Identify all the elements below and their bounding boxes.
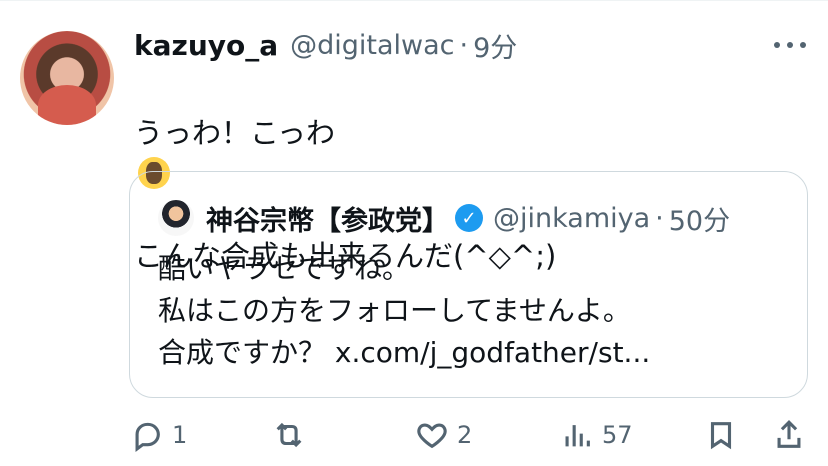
quoted-avatar[interactable] xyxy=(158,200,194,236)
top-divider xyxy=(0,0,828,1)
quoted-header: 神谷宗幣【参政党】 ✓ @jinkamiya · 50分 xyxy=(206,199,730,237)
more-dot-3 xyxy=(800,42,806,48)
retweet-button[interactable] xyxy=(272,416,306,454)
post-actions: 1 2 57 xyxy=(130,416,810,454)
author-name[interactable]: kazuyo_a xyxy=(134,29,278,62)
like-count: 2 xyxy=(457,421,473,449)
retweet-icon xyxy=(276,422,302,448)
reply-icon xyxy=(135,422,160,452)
views-button[interactable]: 57 xyxy=(560,416,633,454)
more-dot-1 xyxy=(774,42,780,48)
more-dot-2 xyxy=(787,42,793,48)
views-count: 57 xyxy=(602,421,633,449)
share-icon xyxy=(777,420,801,448)
quoted-author-name[interactable]: 神谷宗幣【参政党】 xyxy=(206,199,449,238)
verified-icon: ✓ xyxy=(455,204,483,232)
bookmark-icon xyxy=(710,422,732,450)
quoted-author-handle[interactable]: @jinkamiya xyxy=(493,203,650,234)
quoted-text[interactable]: 酷いヤラセですね。 私はこの方をフォローしてませんよ。 合成ですか？ x.com… xyxy=(158,248,778,374)
like-icon xyxy=(417,423,447,449)
avatar[interactable] xyxy=(20,31,114,125)
header-separator: · xyxy=(459,29,469,61)
reply-button[interactable]: 1 xyxy=(130,416,187,454)
share-button[interactable] xyxy=(772,416,806,454)
author-handle[interactable]: @digitalwac xyxy=(290,30,454,61)
like-button[interactable]: 2 xyxy=(415,416,472,454)
reply-count: 1 xyxy=(172,421,188,449)
views-icon xyxy=(565,425,590,447)
quoted-post[interactable]: 神谷宗幣【参政党】 ✓ @jinkamiya · 50分 酷いヤラセですね。 私… xyxy=(129,171,808,398)
bookmark-button[interactable] xyxy=(704,416,738,454)
quoted-separator: · xyxy=(655,202,664,234)
more-icon[interactable] xyxy=(774,36,806,54)
post-text-line-1: うっわ！こっわ xyxy=(134,116,335,150)
post-time[interactable]: 9分 xyxy=(473,26,517,65)
post-header: kazuyo_a @digitalwac · 9分 xyxy=(134,26,517,65)
quoted-time[interactable]: 50分 xyxy=(669,199,730,238)
